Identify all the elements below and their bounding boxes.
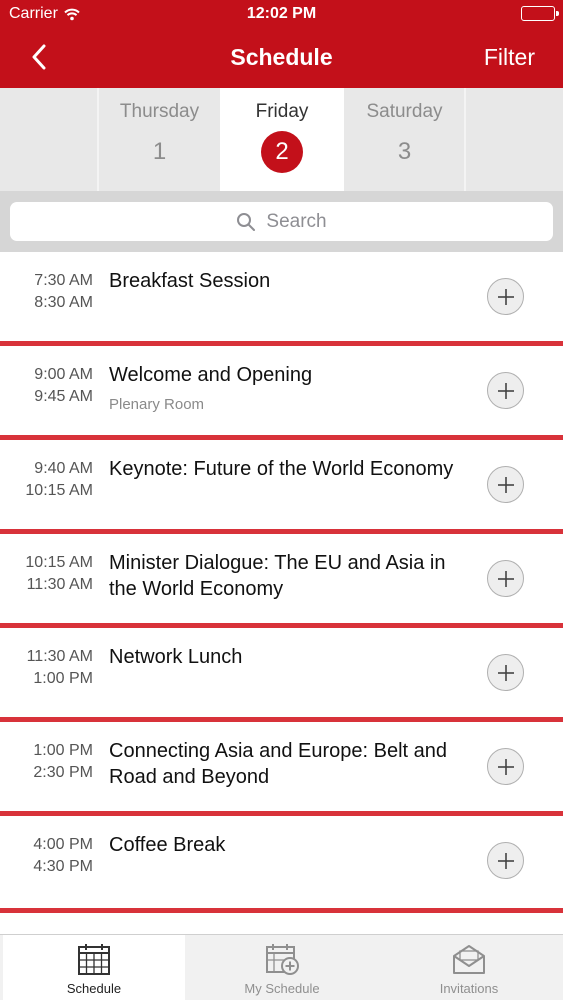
session-end-time: 10:15 AM — [25, 482, 93, 499]
day-tab-saturday[interactable]: Saturday 3 — [344, 88, 465, 191]
session-row[interactable]: 9:40 AM 10:15 AM Keynote: Future of the … — [0, 440, 563, 529]
plus-icon — [497, 382, 514, 399]
tab-label: Schedule — [66, 981, 122, 996]
envelope-icon — [453, 945, 485, 974]
page-title: Schedule — [230, 44, 333, 70]
search-placeholder: Search — [266, 210, 327, 232]
add-session-button[interactable] — [487, 748, 524, 785]
session-start-time: 11:30 AM — [26, 648, 93, 665]
add-session-button[interactable] — [487, 278, 524, 315]
session-end-time: 8:30 AM — [34, 294, 93, 311]
status-time: 12:02 PM — [246, 5, 317, 22]
session-row[interactable]: 9:00 AM 9:45 AM Welcome and Opening Plen… — [0, 346, 563, 435]
session-start-time: 4:00 PM — [33, 836, 93, 853]
session-location: Plenary Room — [109, 396, 205, 413]
day-name: Thursday — [119, 101, 200, 122]
session-row[interactable]: 11:30 AM 1:00 PM Network Lunch — [0, 628, 563, 717]
battery-icon — [521, 6, 559, 21]
plus-icon — [497, 288, 514, 305]
day-tab-thursday[interactable]: Thursday 1 — [99, 88, 220, 191]
session-end-time: 9:45 AM — [34, 388, 93, 405]
session-title: Welcome and Opening — [109, 364, 313, 386]
plus-icon — [497, 570, 514, 587]
session-end-time: 4:30 PM — [33, 858, 93, 875]
day-number: 1 — [152, 138, 167, 165]
day-tab-friday[interactable]: Friday 2 — [220, 88, 344, 191]
plus-icon — [497, 852, 514, 869]
session-end-time: 1:00 PM — [33, 670, 93, 687]
session-start-time: 10:15 AM — [25, 554, 93, 571]
tab-invitations[interactable]: Invitations — [375, 935, 563, 1000]
tab-schedule[interactable]: Schedule — [3, 935, 185, 1000]
plus-icon — [497, 476, 514, 493]
divider — [464, 88, 466, 191]
add-session-button[interactable] — [487, 466, 524, 503]
tab-label: My Schedule — [244, 981, 320, 996]
tab-label: Invitations — [439, 981, 499, 996]
tab-my-schedule[interactable]: My Schedule — [188, 935, 376, 1000]
session-end-time: 2:30 PM — [33, 764, 93, 781]
add-session-button[interactable] — [487, 372, 524, 409]
day-selector: Thursday 1 Friday 2 Saturday 3 — [0, 88, 563, 191]
session-start-time: 9:00 AM — [34, 366, 93, 383]
session-row[interactable]: 10:15 AM 11:30 AM Minister Dialogue: The… — [0, 534, 563, 623]
session-title: Connecting Asia and Europe: Belt and Roa… — [109, 740, 448, 788]
session-end-time: 11:30 AM — [26, 576, 93, 593]
calendar-icon — [78, 944, 110, 975]
session-start-time: 1:00 PM — [33, 742, 93, 759]
plus-icon — [497, 664, 514, 681]
day-name: Friday — [255, 101, 309, 122]
session-title: Minister Dialogue: The EU and Asia in th… — [109, 552, 446, 600]
search-input[interactable]: Search — [10, 202, 553, 241]
status-bar: Carrier 12:02 PM — [0, 0, 563, 28]
add-session-button[interactable] — [487, 842, 524, 879]
calendar-add-icon — [266, 944, 299, 975]
selected-day-number: 2 — [261, 131, 303, 173]
tab-bar: Schedule My Schedule Invitations — [0, 934, 563, 1000]
session-row[interactable]: 1:00 PM 2:30 PM Connecting Asia and Euro… — [0, 722, 563, 811]
day-number: 3 — [397, 138, 412, 165]
session-title: Breakfast Session — [109, 270, 271, 292]
session-start-time: 9:40 AM — [34, 460, 93, 477]
nav-bar: Schedule Filter — [0, 28, 563, 88]
filter-button[interactable]: Filter — [484, 44, 535, 71]
search-bar: Search — [0, 191, 563, 252]
add-session-button[interactable] — [487, 654, 524, 691]
row-separator — [0, 908, 563, 913]
session-title: Coffee Break — [109, 834, 226, 856]
plus-icon — [497, 758, 514, 775]
divider — [97, 88, 99, 191]
session-title: Keynote: Future of the World Economy — [109, 458, 454, 480]
search-icon — [237, 212, 256, 231]
session-start-time: 7:30 AM — [34, 272, 93, 289]
day-name: Saturday — [366, 101, 443, 122]
session-list: 7:30 AM 8:30 AM Breakfast Session 9:00 A… — [0, 252, 563, 934]
top-bar: Carrier 12:02 PM Schedule Filter — [0, 0, 563, 88]
session-title: Network Lunch — [109, 646, 243, 668]
add-session-button[interactable] — [487, 560, 524, 597]
session-row[interactable]: 4:00 PM 4:30 PM Coffee Break — [0, 816, 563, 905]
session-row[interactable]: 7:30 AM 8:30 AM Breakfast Session — [0, 252, 563, 341]
